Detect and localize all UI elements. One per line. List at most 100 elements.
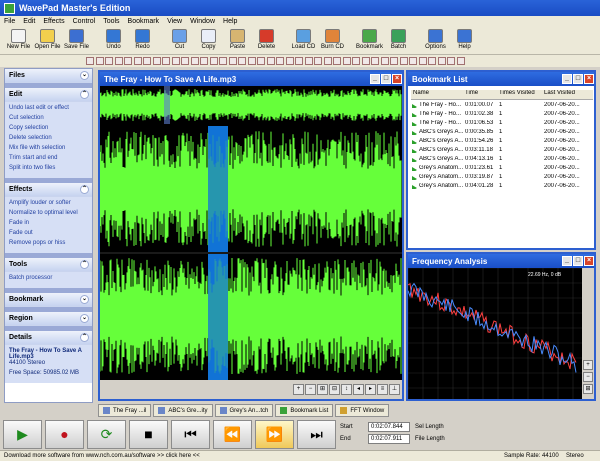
effect-tool-icon[interactable] bbox=[285, 57, 294, 65]
chevron-up-icon[interactable]: ⌃ bbox=[80, 333, 89, 342]
undo-button[interactable]: Undo bbox=[99, 27, 128, 55]
zoom-in-icon[interactable]: + bbox=[583, 360, 593, 370]
close-icon[interactable]: × bbox=[584, 74, 594, 84]
waveform-overview[interactable] bbox=[100, 86, 402, 124]
effect-tool-icon[interactable] bbox=[352, 57, 360, 65]
effect-tool-icon[interactable] bbox=[238, 57, 246, 65]
loop-button[interactable]: ⟳ bbox=[87, 419, 126, 449]
options-button[interactable]: Options bbox=[421, 27, 450, 55]
effect-tool-icon[interactable] bbox=[257, 57, 265, 65]
effect-tool-icon[interactable] bbox=[447, 57, 455, 65]
edit-task-trim[interactable]: Trim start and end bbox=[9, 155, 88, 165]
effect-tool-icon[interactable] bbox=[437, 57, 446, 65]
effect-tool-icon[interactable] bbox=[124, 57, 132, 65]
scroll-right-icon[interactable]: ▸ bbox=[365, 384, 376, 395]
menu-window[interactable]: Window bbox=[190, 18, 215, 25]
play-button[interactable]: ▶ bbox=[3, 419, 42, 449]
effects-task-normalize[interactable]: Normalize to optimal level bbox=[9, 210, 88, 220]
bookmark-row[interactable]: ABC's Greys A... 0:04:13.16 1 2007-06-20... bbox=[411, 154, 593, 163]
details-section-header[interactable]: Details ⌃ bbox=[5, 331, 92, 345]
effect-tool-icon[interactable] bbox=[86, 57, 94, 65]
column-header-times-visited[interactable]: Times Visited bbox=[497, 90, 542, 99]
menu-help[interactable]: Help bbox=[223, 18, 237, 25]
bookmark-row[interactable]: The Fray - Ho... 0:01:06.53 1 2007-06-20... bbox=[411, 118, 593, 127]
rewind-button[interactable]: ⏪ bbox=[213, 419, 252, 449]
bookmark-row[interactable]: The Fray - Ho... 0:01:00.07 1 2007-06-20... bbox=[411, 100, 593, 109]
menu-bookmark[interactable]: Bookmark bbox=[128, 18, 160, 25]
effect-tool-icon[interactable] bbox=[143, 57, 151, 65]
open-file-button[interactable]: Open File bbox=[33, 27, 62, 55]
stop-button[interactable]: ■ bbox=[129, 419, 168, 449]
download-more-link[interactable]: Download more software from www.nch.com.… bbox=[4, 453, 504, 459]
effect-tool-icon[interactable] bbox=[418, 57, 427, 65]
bookmark-row[interactable]: Grey's Anatom... 0:03:19.87 1 2007-06-20... bbox=[411, 172, 593, 181]
load-cd-button[interactable]: Load CD bbox=[289, 27, 318, 55]
waveform-window-titlebar[interactable]: The Fray - How To Save A Life.mp3 _ □ × bbox=[100, 72, 402, 86]
zoom-vertical-icon[interactable]: ↕ bbox=[341, 384, 352, 395]
effect-tool-icon[interactable] bbox=[304, 57, 313, 65]
scroll-left-icon[interactable]: ◂ bbox=[353, 384, 364, 395]
menu-file[interactable]: File bbox=[4, 18, 15, 25]
minimize-icon[interactable]: _ bbox=[562, 256, 572, 266]
column-header-name[interactable]: Name bbox=[411, 90, 463, 99]
edit-task-undo[interactable]: Undo last edit or effect bbox=[9, 105, 88, 115]
chevron-up-icon[interactable]: ⌃ bbox=[80, 90, 89, 99]
effect-tool-icon[interactable] bbox=[247, 57, 256, 65]
menu-edit[interactable]: Edit bbox=[23, 18, 35, 25]
help-button[interactable]: Help bbox=[450, 27, 479, 55]
effect-tool-icon[interactable] bbox=[323, 57, 332, 65]
effects-task-fade-in[interactable]: Fade in bbox=[9, 220, 88, 230]
save-file-button[interactable]: Save File bbox=[62, 27, 91, 55]
overview-selection-marker[interactable] bbox=[164, 86, 170, 124]
menu-effects[interactable]: Effects bbox=[43, 18, 64, 25]
edit-section-header[interactable]: Edit ⌃ bbox=[5, 88, 92, 102]
close-icon[interactable]: × bbox=[392, 74, 402, 84]
chevron-up-icon[interactable]: ⌃ bbox=[80, 260, 89, 269]
start-time-field[interactable]: 0:02:07.844 bbox=[368, 422, 410, 432]
minimize-icon[interactable]: _ bbox=[370, 74, 380, 84]
channel-toggle-icon[interactable]: ≡ bbox=[377, 384, 388, 395]
chevron-down-icon[interactable]: ⌄ bbox=[80, 295, 89, 304]
batch-button[interactable]: Batch bbox=[384, 27, 413, 55]
skip-start-button[interactable]: ⏮ bbox=[171, 419, 210, 449]
waveform-display[interactable] bbox=[100, 126, 402, 380]
chevron-down-icon[interactable]: ⌄ bbox=[80, 71, 89, 80]
zoom-out-icon[interactable]: − bbox=[583, 372, 593, 382]
paste-button[interactable]: Paste bbox=[223, 27, 252, 55]
end-time-field[interactable]: 0:02:07.911 bbox=[368, 434, 410, 444]
tab-fft-window[interactable]: FFT Window bbox=[335, 404, 390, 417]
effect-tool-icon[interactable] bbox=[105, 57, 113, 65]
fast-forward-button[interactable]: ⏩ bbox=[255, 419, 294, 449]
effect-tool-icon[interactable] bbox=[456, 57, 465, 65]
effect-tool-icon[interactable] bbox=[114, 57, 123, 65]
effect-tool-icon[interactable] bbox=[409, 57, 417, 65]
effect-tool-icon[interactable] bbox=[228, 57, 237, 65]
effect-tool-icon[interactable] bbox=[314, 57, 322, 65]
zoom-fit-icon[interactable]: ⊞ bbox=[583, 384, 593, 394]
bookmark-row[interactable]: The Fray - Ho... 0:01:02.38 1 2007-06-20... bbox=[411, 109, 593, 118]
tab-bookmark-list[interactable]: Bookmark List bbox=[275, 404, 334, 417]
maximize-icon[interactable]: □ bbox=[573, 74, 583, 84]
zoom-out-icon[interactable]: − bbox=[305, 384, 316, 395]
bookmark-row[interactable]: Grey's Anatom... 0:04:01.28 1 2007-06-20... bbox=[411, 181, 593, 190]
tab-greys-anatomy[interactable]: Grey's An...tch bbox=[214, 404, 274, 417]
effects-task-remove-pops[interactable]: Remove pops or hiss bbox=[9, 240, 88, 250]
bookmark-window-titlebar[interactable]: Bookmark List _ □ × bbox=[408, 72, 594, 86]
bookmark-row[interactable]: ABC's Greys A... 0:03:11.18 1 2007-06-20... bbox=[411, 145, 593, 154]
tools-task-batch[interactable]: Batch processor bbox=[9, 275, 88, 285]
files-section-header[interactable]: Files ⌄ bbox=[5, 69, 92, 83]
effect-tool-icon[interactable] bbox=[399, 57, 408, 65]
menu-control[interactable]: Control bbox=[73, 18, 96, 25]
column-header-time[interactable]: Time bbox=[463, 90, 497, 99]
effect-tool-icon[interactable] bbox=[371, 57, 379, 65]
new-file-button[interactable]: New File bbox=[4, 27, 33, 55]
zoom-selection-icon[interactable]: ⊞ bbox=[317, 384, 328, 395]
marker-icon[interactable]: ⊥ bbox=[389, 384, 400, 395]
effect-tool-icon[interactable] bbox=[342, 57, 351, 65]
zoom-full-icon[interactable]: ⊟ bbox=[329, 384, 340, 395]
tab-the-fray[interactable]: The Fray ...il bbox=[98, 404, 152, 417]
burn-cd-button[interactable]: Burn CD bbox=[318, 27, 347, 55]
chevron-down-icon[interactable]: ⌄ bbox=[80, 314, 89, 323]
effect-tool-icon[interactable] bbox=[380, 57, 389, 65]
edit-task-copy[interactable]: Copy selection bbox=[9, 125, 88, 135]
